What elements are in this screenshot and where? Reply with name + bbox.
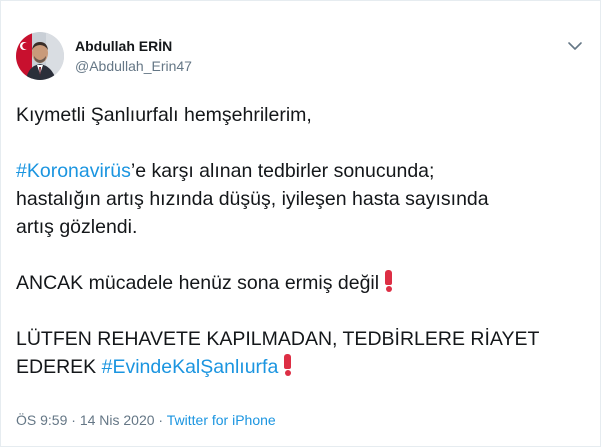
hashtag-evindekal[interactable]: #EvindeKalŞanlıurfa <box>102 356 279 378</box>
greeting-text: Kıymetli Şanlıurfalı hemşehrilerim, <box>16 104 312 126</box>
warning-text: ANCAK mücadele henüz sona ermiş değil <box>16 272 380 294</box>
meta-separator: · <box>67 412 80 428</box>
hashtag-koronavirus[interactable]: #Koronavirüs <box>16 160 131 182</box>
tweet-source-link[interactable]: Twitter for iPhone <box>167 412 276 428</box>
tweet-time[interactable]: ÖS 9:59 <box>16 412 67 428</box>
author-name[interactable]: Abdullah ERİN <box>75 37 172 55</box>
exclamation-icon <box>385 270 393 292</box>
paragraph-warning: ANCAK mücadele henüz sona ermiş değil <box>16 269 586 297</box>
tweet-text: Kıymetli Şanlıurfalı hemşehrilerim, #Kor… <box>16 101 586 381</box>
tweet-meta: ÖS 9:59 · 14 Nis 2020 · Twitter for iPho… <box>16 411 276 429</box>
appeal-line-2-text: EDEREK <box>16 356 102 378</box>
exclamation-icon <box>284 354 292 376</box>
measures-line-2: hastalığın artış hızında düşüş, iyileşen… <box>16 188 489 210</box>
paragraph-appeal: LÜTFEN REHAVETE KAPILMADAN, TEDBİRLERE R… <box>16 325 586 381</box>
paragraph-greeting: Kıymetli Şanlıurfalı hemşehrilerim, <box>16 101 586 129</box>
appeal-line-1: LÜTFEN REHAVETE KAPILMADAN, TEDBİRLERE R… <box>16 328 540 350</box>
warning-line: ANCAK mücadele henüz sona ermiş değil <box>16 269 586 297</box>
measures-line-3: artış gözlendi. <box>16 216 138 238</box>
appeal-line-2: EDEREK #EvindeKalŞanlıurfa <box>16 353 586 381</box>
author-handle[interactable]: @Abdullah_Erin47 <box>75 57 192 75</box>
measures-line-1-text: ’e karşı alınan tedbirler sonucunda; <box>130 160 435 182</box>
measures-line-1: #Koronavirüs’e karşı alınan tedbirler so… <box>16 157 586 185</box>
avatar[interactable] <box>16 32 64 80</box>
meta-separator: · <box>154 412 167 428</box>
tweet-card: Abdullah ERİN @Abdullah_Erin47 Kıymetli … <box>0 0 601 447</box>
paragraph-measures: #Koronavirüs’e karşı alınan tedbirler so… <box>16 157 586 241</box>
tweet-date[interactable]: 14 Nis 2020 <box>80 412 155 428</box>
chevron-down-icon[interactable] <box>567 39 583 51</box>
